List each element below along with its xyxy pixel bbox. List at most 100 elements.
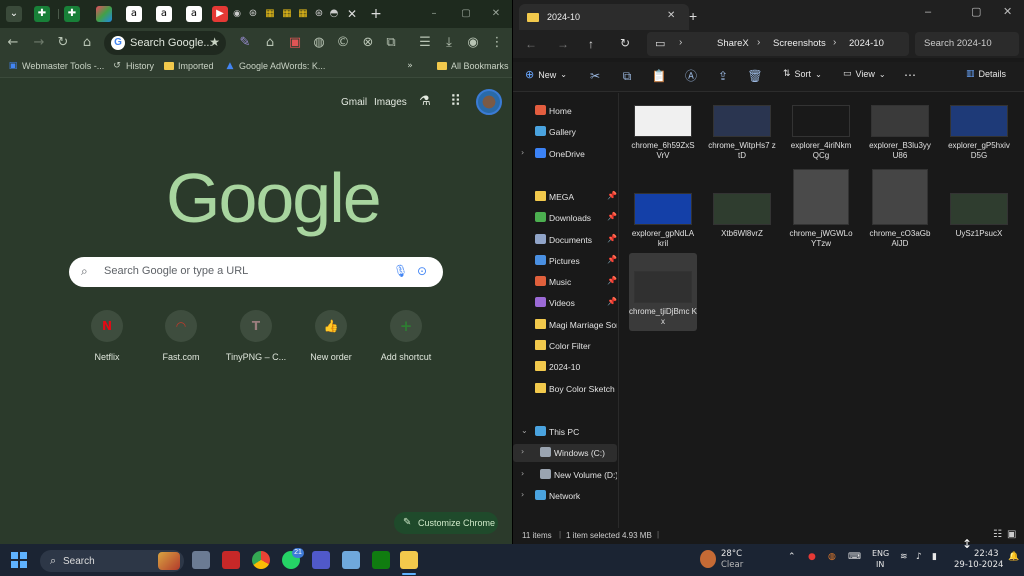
nav-item-gallery[interactable]: Gallery (513, 123, 617, 141)
nav-item-documents[interactable]: Documents 📌 (513, 231, 617, 249)
pin-icon[interactable]: 📌 (607, 234, 617, 243)
pin-icon[interactable]: 📌 (607, 212, 617, 221)
record-icon[interactable]: ● (808, 552, 816, 562)
lang-secondary[interactable]: IN (876, 560, 884, 569)
sheets-tab-icon[interactable]: ✚ (34, 6, 50, 22)
sound-tab-icon[interactable]: ◉ (229, 6, 245, 22)
bookmark-webmaster-tools[interactable]: ▣ Webmaster Tools -... (8, 61, 104, 71)
more-menu-icon[interactable]: ⋮ (488, 34, 506, 52)
grid-tab-icon[interactable]: ▦ (279, 6, 295, 22)
nav-item-windows-c[interactable]: › Windows (C:) (513, 444, 617, 462)
nav-item-downloads[interactable]: Downloads 📌 (513, 209, 617, 227)
cut-icon[interactable]: ✂ (587, 68, 603, 84)
nav-item-onedrive[interactable]: › OneDrive (513, 145, 617, 163)
close-window-icon[interactable]: ✕ (1003, 5, 1012, 18)
all-bookmarks[interactable]: All Bookmarks (437, 61, 509, 71)
nav-item-boy-color-sketch[interactable]: Boy Color Sketch (513, 380, 617, 398)
maximize-icon[interactable]: ▢ (971, 5, 981, 18)
snipping-taskbar-icon[interactable] (342, 551, 360, 569)
bookmark-history[interactable]: ↺ History (112, 61, 154, 71)
explorer-search-box[interactable]: Search 2024-10 (915, 32, 1019, 56)
forward-icon[interactable]: → (557, 37, 569, 51)
tiles-view-icon[interactable]: ▣ (1007, 529, 1016, 540)
close-tab-icon[interactable]: ✕ (344, 6, 360, 22)
nav-item-home[interactable]: Home (513, 102, 617, 120)
colorful-tab-icon[interactable] (96, 6, 112, 22)
chevron-right-icon[interactable]: › (521, 447, 524, 456)
more-options-icon[interactable]: ⋯ (904, 68, 916, 82)
labs-flask-icon[interactable]: ⚗ (419, 94, 431, 109)
xbox-taskbar-icon[interactable] (372, 551, 390, 569)
copy-icon[interactable]: ⧉ (619, 68, 635, 84)
apps-grid-icon[interactable]: ⠿ (450, 92, 461, 110)
amazon-tab-icon[interactable]: a (126, 6, 142, 22)
new-tab-icon[interactable]: + (368, 6, 384, 22)
file-item[interactable]: explorer_B3lu3yy U86 (866, 105, 934, 161)
tray-app-icon[interactable]: ◍ (828, 552, 836, 562)
nav-item-videos[interactable]: Videos 📌 (513, 294, 617, 312)
delete-icon[interactable]: 🗑 (747, 68, 763, 84)
windows-start-icon[interactable] (11, 552, 27, 568)
back-icon[interactable]: ← (4, 34, 22, 52)
file-item[interactable]: explorer_gP5hxiv D5G (945, 105, 1013, 161)
file-item[interactable]: UySz1PsucX (945, 193, 1013, 239)
paste-icon[interactable]: 📋 (651, 68, 667, 84)
openai-tab-icon[interactable]: ⊛ (245, 6, 261, 22)
file-item[interactable]: chrome_WitpHs7 ztD (708, 105, 776, 161)
show-hidden-icons-icon[interactable]: ⌃ (788, 552, 796, 562)
close-window-icon[interactable]: ✕ (488, 6, 504, 22)
youtube-tab-icon[interactable]: ▶ (212, 6, 228, 22)
sort-button[interactable]: ⇅ Sort ⌄ (783, 69, 822, 79)
lang-primary[interactable]: ENG (872, 549, 889, 558)
notification-bell-icon[interactable]: 🔔 (1008, 552, 1019, 562)
pin-icon[interactable]: 📌 (607, 255, 617, 264)
chevron-right-icon[interactable]: › (521, 148, 524, 157)
teams-taskbar-icon[interactable] (312, 551, 330, 569)
chevron-down-icon[interactable]: ⌄ (521, 426, 528, 435)
home-icon[interactable]: ⌂ (78, 34, 96, 52)
amazon-tab-icon[interactable]: a (156, 6, 172, 22)
up-icon[interactable]: ↑ (588, 37, 594, 51)
nav-item-mega[interactable]: MEGA 📌 (513, 188, 617, 206)
refresh-icon[interactable]: ↻ (620, 36, 630, 50)
share-icon[interactable]: ⇪ (715, 68, 731, 84)
bookmark-adwords[interactable]: ▲ Google AdWords: K... (225, 61, 326, 71)
amazon-tab-icon[interactable]: a (186, 6, 202, 22)
breadcrumb-screenshots[interactable]: Screenshots (773, 38, 826, 49)
c-extension-icon[interactable]: © (334, 34, 352, 52)
house-extension-icon[interactable]: ⌂ (261, 34, 279, 52)
tab-search-list-icon[interactable]: ☰ (416, 34, 434, 52)
file-item[interactable]: Xtb6Wl8vrZ (708, 193, 776, 239)
breadcrumb-sharex[interactable]: ShareX (717, 38, 749, 49)
reload-icon[interactable]: ↻ (54, 34, 72, 52)
shortcut-new-order[interactable]: 👍 New order (293, 310, 369, 362)
bookmark-star-icon[interactable]: ★ (209, 35, 220, 49)
grid-tab-icon[interactable]: ▦ (295, 6, 311, 22)
view-button[interactable]: ▭ View ⌄ (843, 69, 886, 79)
taskbar-search[interactable]: ⌕ Search (40, 550, 184, 572)
extension-badge-icon[interactable]: ▣ (286, 34, 304, 52)
chevron-right-icon[interactable]: › (521, 490, 524, 499)
new-tab-icon[interactable]: + (689, 8, 697, 24)
app-red-icon[interactable] (222, 551, 240, 569)
task-view-icon[interactable] (192, 551, 210, 569)
close-tab-icon[interactable]: ✕ (667, 10, 675, 21)
chevron-right-icon[interactable]: › (521, 469, 524, 478)
bookmarks-overflow-icon[interactable]: » (405, 61, 415, 71)
omnibox[interactable]: G Search Google... ★ (104, 31, 226, 55)
pen-extension-icon[interactable]: ✎ (236, 34, 254, 52)
circle-extension-icon[interactable]: ◍ (310, 34, 328, 52)
clock-date[interactable]: 29-10-2024 (954, 560, 1003, 570)
nav-item-music[interactable]: Music 📌 (513, 273, 617, 291)
grid-tab-icon[interactable]: ▦ (262, 6, 278, 22)
file-item[interactable]: explorer_gpNdLA kril (629, 193, 697, 249)
clock-time[interactable]: 22:43 (974, 549, 999, 559)
pin-icon[interactable]: 📌 (607, 297, 617, 306)
minimize-icon[interactable]: – (426, 6, 442, 22)
new-button[interactable]: ⊕ New ⌄ (525, 68, 567, 81)
speed-tab-icon[interactable]: ◓ (326, 6, 342, 22)
shortcut-fast-com[interactable]: ◠ Fast.com (143, 310, 219, 362)
gmail-link[interactable]: Gmail (341, 97, 367, 108)
file-item[interactable]: chrome_tjiDjBmc Kx (629, 253, 697, 331)
download-icon[interactable]: ⤓ (440, 34, 458, 52)
